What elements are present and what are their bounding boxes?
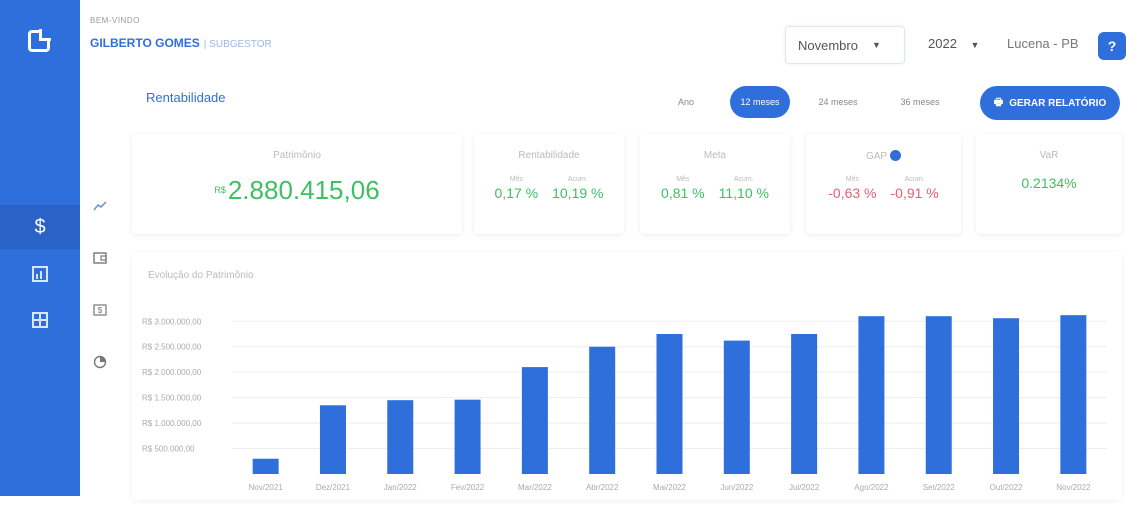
chevron-down-icon: ▼ — [970, 40, 980, 50]
card-patrimonio: Patrimônio R$2.880.415,06 — [132, 134, 462, 234]
chart-bar[interactable] — [521, 367, 548, 474]
chart-bar[interactable] — [723, 340, 750, 474]
filter-24-meses[interactable]: 24 meses — [808, 86, 868, 118]
meta-mes-value: 0,81 % — [661, 185, 705, 201]
x-tick-label: Ago/2022 — [854, 483, 889, 492]
svg-text:$: $ — [98, 306, 103, 315]
card-title: VaR — [1039, 150, 1059, 161]
card-title: Patrimônio — [273, 150, 321, 161]
x-tick-label: Jan/2022 — [384, 483, 417, 492]
acum-label: Acum. — [904, 176, 925, 183]
x-tick-label: Fev/2022 — [451, 483, 485, 492]
help-icon[interactable]: ? — [1098, 32, 1126, 60]
chevron-down-icon: ▼ — [871, 40, 881, 50]
x-tick-label: Abr/2022 — [586, 483, 619, 492]
currency-label: R$ — [214, 185, 226, 195]
city-label[interactable]: Lucena - PB — [1007, 36, 1079, 51]
section-title: Rentabilidade — [146, 90, 226, 105]
card-title: GAP — [806, 150, 961, 162]
chart-bar[interactable] — [387, 400, 414, 474]
chart-bar[interactable] — [656, 334, 683, 474]
chart-bar[interactable] — [925, 316, 952, 474]
card-title: Meta — [703, 150, 727, 161]
card-gap: GAP Mês -0,63 % Acum. -0,91 % — [806, 134, 961, 234]
year-select[interactable]: 2022 ▼ — [928, 36, 979, 51]
patrimonio-chart-card: Evolução do Patrimônio R$ 500.000,00 R$ 1… — [132, 252, 1122, 500]
x-tick-label: Jun/2022 — [720, 483, 753, 492]
header: BEM-VINDO GILBERTO GOMES | SUBGESTOR Nove… — [90, 16, 1126, 66]
patrimonio-amount: 2.880.415,06 — [227, 175, 380, 205]
chart-bar[interactable] — [252, 458, 279, 474]
card-meta: Meta Mês 0,81 % Acum. 11,10 % — [640, 134, 790, 234]
y-tick-label: R$ 1.000.000,00 — [142, 419, 202, 428]
x-tick-label: Set/2022 — [923, 483, 956, 492]
x-tick-label: Jul/2022 — [789, 483, 820, 492]
mes-label: Mês — [676, 176, 690, 183]
x-tick-label: Nov/2021 — [249, 483, 284, 492]
pie-chart-icon[interactable] — [86, 352, 114, 372]
welcome-label: BEM-VINDO — [90, 16, 140, 25]
printer-icon: 🖶 — [993, 96, 1004, 108]
filter-ano[interactable]: Ano — [664, 86, 708, 118]
user-role: | SUBGESTOR — [203, 39, 272, 50]
card-var: VaR 0.2134% — [976, 134, 1122, 234]
table-icon[interactable] — [0, 298, 80, 342]
chart-bar[interactable] — [791, 334, 818, 474]
y-tick-label: R$ 3.000.000,00 — [142, 317, 202, 326]
month-value: Novembro — [798, 37, 858, 53]
x-tick-label: Out/2022 — [990, 483, 1023, 492]
acum-label: Acum. — [567, 176, 588, 183]
y-tick-label: R$ 1.500.000,00 — [142, 394, 202, 403]
chart-bar[interactable] — [858, 316, 885, 474]
y-tick-label: R$ 2.000.000,00 — [142, 368, 202, 377]
user-name: GILBERTO GOMES | SUBGESTOR — [90, 36, 272, 50]
chart-bar[interactable] — [993, 318, 1020, 474]
gap-mes-value: -0,63 % — [828, 185, 877, 201]
gap-acum-value: -0,91 % — [890, 185, 939, 201]
x-tick-label: Mai/2022 — [653, 483, 686, 492]
filter-12-meses[interactable]: 12 meses — [730, 86, 790, 118]
dollar-icon[interactable]: $ — [0, 205, 80, 249]
report-label: GERAR RELATÓRIO — [1009, 97, 1107, 109]
trend-line-icon[interactable] — [86, 196, 114, 216]
chart-title: Evolução do Patrimônio — [148, 270, 254, 281]
patrimonio-bar-chart: R$ 500.000,00 R$ 1.000.000,00 R$ 1.500.000… — [142, 315, 1107, 492]
year-value: 2022 — [928, 36, 957, 51]
patrimonio-value: R$2.880.415,06 — [132, 175, 462, 206]
filter-36-meses[interactable]: 36 meses — [890, 86, 950, 118]
gap-title: GAP — [865, 151, 888, 162]
card-rentabilidade: Rentabilidade Mês 0,17 % Acum. 10,19 % — [474, 134, 624, 234]
mes-label: Mês — [845, 176, 859, 183]
var-value: 0.2134% — [1021, 175, 1077, 191]
sidebar: $ — [0, 0, 80, 496]
x-tick-label: Dez/2021 — [316, 483, 351, 492]
x-tick-label: Mar/2022 — [518, 483, 552, 492]
user-name-text: GILBERTO GOMES — [90, 36, 200, 50]
cash-icon[interactable]: $ — [86, 300, 114, 320]
card-title: Rentabilidade — [518, 150, 580, 161]
y-tick-label: R$ 500.000,00 — [142, 445, 195, 454]
chart-bar[interactable] — [319, 405, 346, 474]
logo-icon[interactable] — [28, 30, 50, 52]
chart-bar[interactable] — [454, 399, 481, 474]
meta-acum-value: 11,10 % — [718, 185, 769, 201]
month-select[interactable]: Novembro ▼ — [785, 26, 905, 64]
info-icon[interactable] — [890, 150, 902, 161]
mes-label: Mês — [509, 176, 523, 183]
chart-bar[interactable] — [1060, 315, 1087, 474]
y-tick-label: R$ 2.500.000,00 — [142, 343, 202, 352]
chart-bar[interactable] — [589, 346, 616, 474]
rent-mes-value: 0,17 % — [494, 185, 539, 201]
wallet-icon[interactable] — [86, 248, 114, 268]
bar-chart-icon[interactable] — [0, 252, 80, 296]
generate-report-button[interactable]: 🖶 GERAR RELATÓRIO — [980, 86, 1120, 120]
x-tick-label: Nov/2022 — [1056, 483, 1091, 492]
rent-acum-value: 10,19 % — [552, 185, 604, 201]
acum-label: Acum. — [733, 176, 754, 183]
